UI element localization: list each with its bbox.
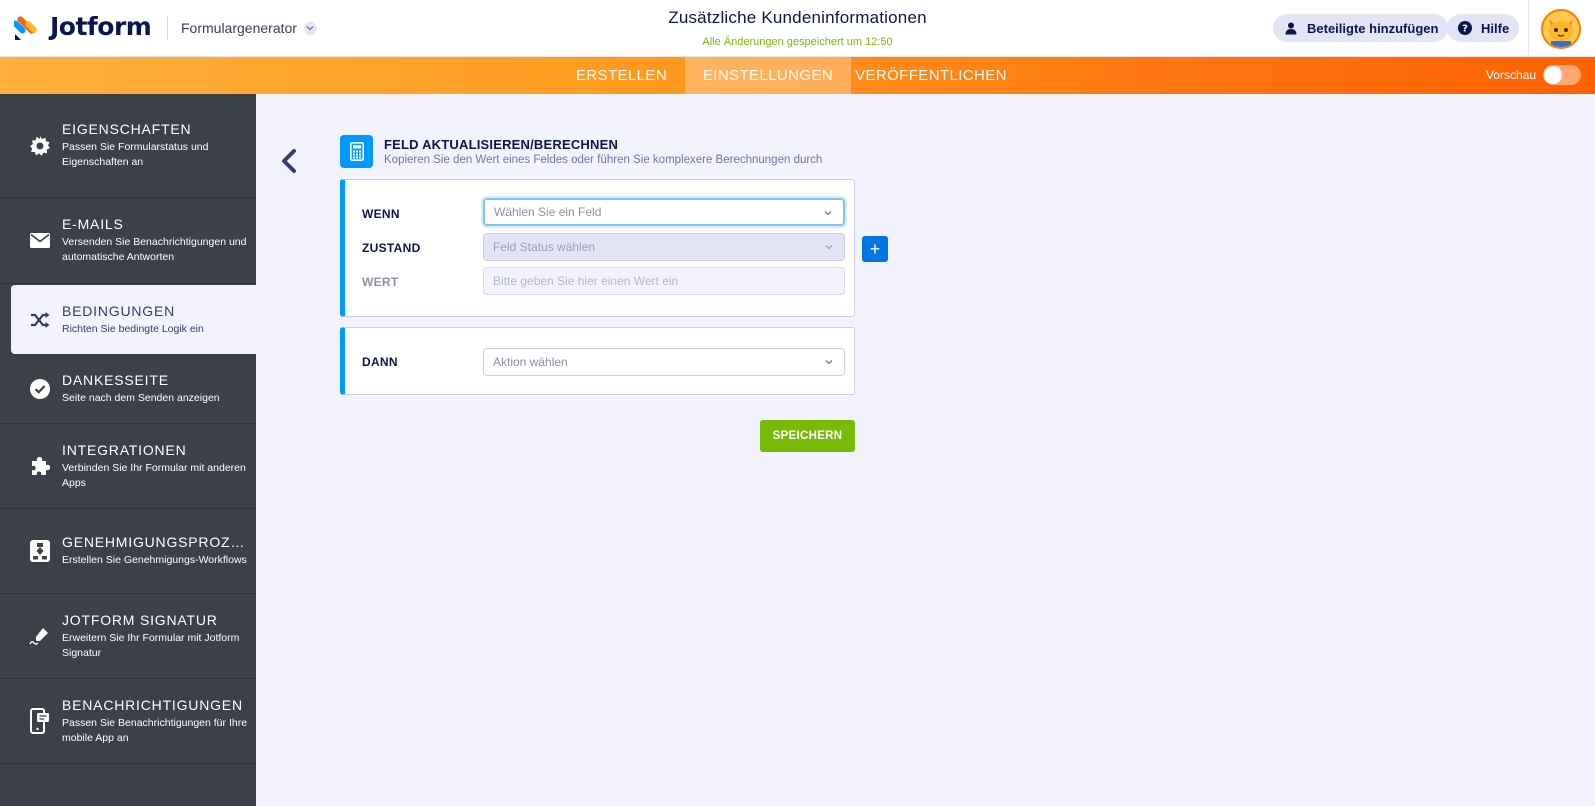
sidebar-item-desc: Passen Sie Formularstatus und Eigenschaf… [62, 141, 209, 168]
add-participants-button[interactable]: Beteiligte hinzufügen [1273, 14, 1449, 42]
sidebar-item-desc: Verbinden Sie Ihr Formular mit anderen A… [62, 461, 246, 489]
chevron-down-icon [303, 21, 317, 35]
preview-control: Vorschau [1486, 65, 1581, 85]
add-condition-button[interactable]: + [862, 236, 888, 262]
sidebar-item-desc: Erstellen Sie Genehmigungs-Workflows [62, 554, 247, 566]
if-label: WENN [362, 207, 400, 221]
gear-icon [29, 135, 51, 157]
sidebar-item-title: E-MAILS [62, 216, 124, 232]
sidebar-item-title: GENEHMIGUNGSPROZES... [62, 534, 250, 550]
sidebar-item-desc: Versenden Sie Benachrichtigungen und aut… [62, 236, 247, 263]
form-title[interactable]: Zusätzliche Kundeninformationen [668, 8, 927, 28]
sidebar-item-title: JOTFORM SIGNATUR [62, 611, 218, 628]
preview-toggle[interactable] [1543, 65, 1581, 85]
settings-sidebar: EIGENSCHAFTEN Passen Sie Formularstatus … [0, 94, 256, 806]
sidebar-item-title: BEDINGUNGEN [62, 302, 176, 319]
sidebar-item-properties[interactable]: EIGENSCHAFTEN Passen Sie Formularstatus … [0, 94, 256, 198]
user-avatar[interactable] [1541, 9, 1581, 49]
if-condition-card: WENN Wählen Sie ein Feld ZUSTAND Feld St… [340, 179, 855, 317]
sidebar-item-text: DANKESSEITE Seite nach dem Senden anzeig… [62, 372, 250, 406]
divider [1528, 0, 1529, 57]
svg-text:?: ? [1462, 24, 1468, 35]
mobile-notification-icon [29, 708, 51, 734]
sidebar-item-approval[interactable]: GENEHMIGUNGSPROZES... Erstellen Sie Gene… [0, 509, 256, 594]
sidebar-item-text: BENACHRICHTIGUNGEN Passen Sie Benachrich… [62, 697, 250, 746]
sidebar-item-signature[interactable]: JOTFORM SIGNATUR Erweitern Sie Ihr Formu… [0, 594, 256, 679]
sidebar-item-emails[interactable]: E-MAILS Versenden Sie Benachrichtigungen… [0, 198, 256, 284]
sidebar-item-text: BEDINGUNGEN Richten Sie bedingte Logik e… [62, 303, 250, 337]
action-select[interactable]: Aktion wählen [483, 348, 845, 376]
sidebar-item-title: INTEGRATIONEN [62, 441, 187, 458]
sidebar-item-desc: Richten Sie bedingte Logik ein [62, 322, 204, 335]
state-placeholder: Feld Status wählen [493, 240, 596, 254]
back-button[interactable] [279, 148, 299, 174]
jotform-logo-icon [12, 13, 40, 41]
help-button[interactable]: ? Hilfe [1447, 14, 1520, 42]
save-button[interactable]: SPEICHERN [760, 420, 855, 452]
preview-label: Vorschau [1485, 68, 1536, 82]
sidebar-item-thankyou[interactable]: DANKESSEITE Seite nach dem Senden anzeig… [0, 354, 256, 424]
state-select[interactable]: Feld Status wählen [483, 233, 845, 261]
if-field-select[interactable]: Wählen Sie ein Feld [483, 198, 845, 226]
sidebar-item-text: INTEGRATIONEN Verbinden Sie Ihr Formular… [62, 442, 250, 491]
then-label: DANN [362, 355, 398, 369]
signature-pen-icon [29, 625, 51, 647]
user-icon [1283, 20, 1299, 36]
sidebar-item-text: EIGENSCHAFTEN Passen Sie Formularstatus … [62, 121, 250, 170]
value-placeholder: Bitte geben Sie hier einen Wert ein [493, 274, 679, 288]
action-placeholder: Aktion wählen [493, 355, 568, 369]
divider [167, 16, 168, 40]
check-circle-icon [29, 378, 51, 400]
value-label: WERT [362, 275, 399, 289]
chevron-down-icon [824, 211, 832, 216]
tab-publish[interactable]: VERÖFFENTLICHEN [851, 57, 1011, 94]
chevron-down-icon [825, 360, 833, 365]
condition-title: FELD AKTUALISIEREN/BERECHNEN [384, 137, 619, 152]
sidebar-item-desc: Erweitern Sie Ihr Formular mit Jotform S… [62, 631, 240, 659]
puzzle-icon [29, 455, 51, 477]
tab-settings[interactable]: EINSTELLUNGEN [685, 57, 851, 94]
sidebar-item-integrations[interactable]: INTEGRATIONEN Verbinden Sie Ihr Formular… [0, 424, 256, 509]
value-input[interactable]: Bitte geben Sie hier einen Wert ein [483, 267, 845, 295]
tab-create[interactable]: ERSTELLEN [570, 57, 673, 94]
then-action-card: DANN Aktion wählen [340, 327, 855, 395]
form-generator-label: Formulargenerator [181, 20, 297, 36]
state-label: ZUSTAND [362, 241, 421, 255]
chevron-down-icon [825, 245, 833, 250]
sidebar-item-title: BENACHRICHTIGUNGEN [62, 696, 243, 713]
jotform-logo[interactable]: Jotform [12, 12, 152, 41]
help-label: Hilfe [1481, 20, 1510, 36]
sidebar-item-text: JOTFORM SIGNATUR Erweitern Sie Ihr Formu… [62, 612, 250, 661]
sidebar-item-conditions[interactable]: BEDINGUNGEN Richten Sie bedingte Logik e… [11, 285, 256, 354]
add-participants-label: Beteiligte hinzufügen [1307, 20, 1439, 36]
main-nav: ERSTELLEN EINSTELLUNGEN VERÖFFENTLICHEN … [0, 57, 1595, 94]
calculator-icon [340, 135, 373, 168]
envelope-icon [29, 230, 51, 252]
sidebar-item-title: EIGENSCHAFTEN [62, 121, 192, 137]
shuffle-icon [29, 309, 51, 331]
sidebar-item-desc: Passen Sie Benachrichtigungen für Ihre m… [62, 716, 248, 744]
condition-description: Kopieren Sie den Wert eines Feldes oder … [384, 154, 823, 166]
chevron-left-icon [282, 149, 296, 173]
sidebar-item-desc: Seite nach dem Senden anzeigen [62, 391, 220, 404]
form-generator-dropdown[interactable]: Formulargenerator [181, 20, 317, 36]
sidebar-item-text: GENEHMIGUNGSPROZES... Erstellen Sie Gene… [62, 534, 250, 568]
sidebar-item-notifications[interactable]: BENACHRICHTIGUNGEN Passen Sie Benachrich… [0, 679, 256, 764]
question-circle-icon: ? [1457, 20, 1473, 36]
sidebar-item-title: DANKESSEITE [62, 371, 169, 388]
brand-name: Jotform [50, 12, 152, 41]
if-field-placeholder: Wählen Sie ein Feld [494, 205, 602, 219]
sidebar-item-text: E-MAILS Versenden Sie Benachrichtigungen… [62, 216, 250, 265]
workflow-icon [29, 540, 51, 562]
top-bar: Jotform Formulargenerator Zusätzliche Ku… [0, 0, 1595, 57]
